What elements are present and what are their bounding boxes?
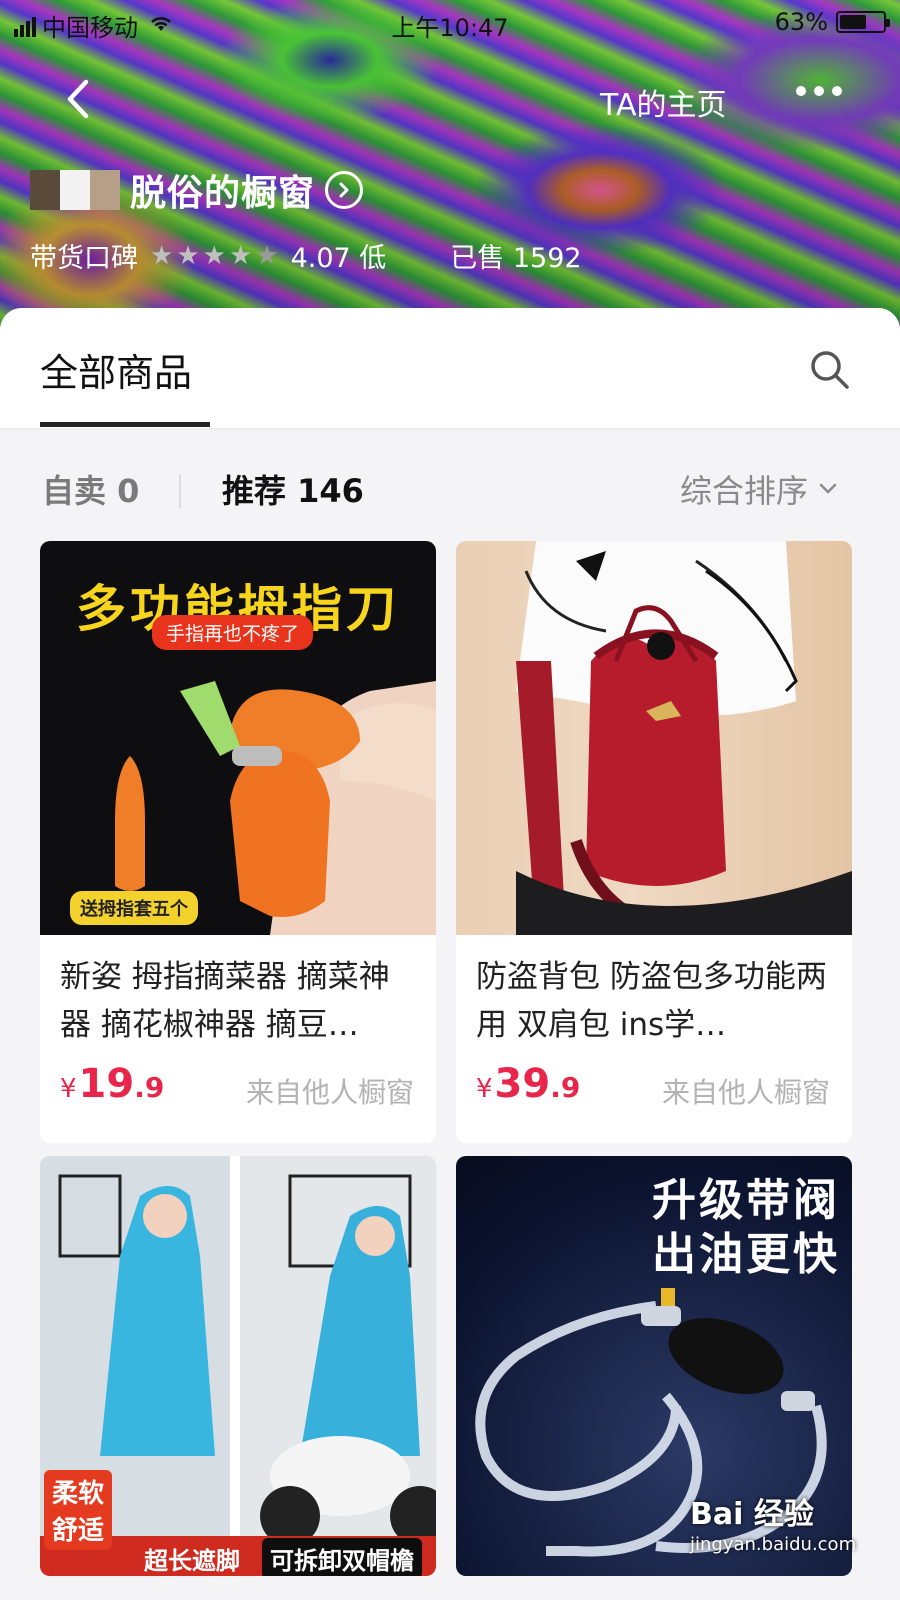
star-icon: ★: [176, 240, 200, 271]
product-price: ¥ 39 .9: [476, 1061, 580, 1107]
tab-bar: 全部商品: [0, 308, 900, 430]
status-bar: 中国移动 上午10:47 63%: [0, 0, 900, 48]
sort-label: 综合排序: [680, 472, 809, 510]
filter-divider: [179, 474, 181, 508]
rating-stars: ★ ★ ★ ★ ★: [150, 241, 279, 271]
product-image: 柔软 舒适 超长遮脚 可拆卸双帽檐: [40, 1156, 436, 1576]
product-card-thumb-knife[interactable]: 多功能拇指刀 手指再也不疼了 送拇指套五个 新姿 拇指摘菜器 摘菜神器 摘花椒神…: [40, 541, 436, 1143]
price-currency: ¥: [476, 1074, 493, 1104]
price-currency: ¥: [60, 1074, 77, 1104]
battery-fill: [840, 15, 866, 29]
battery-percent: 63%: [774, 8, 828, 36]
status-right: 63%: [774, 8, 890, 36]
image-tag: 可拆卸双帽檐: [262, 1538, 422, 1576]
clock: 上午10:47: [391, 14, 509, 42]
product-card-raincoat[interactable]: 柔软 舒适 超长遮脚 可拆卸双帽檐: [40, 1156, 436, 1576]
thumb-knife-illustration: [115, 681, 436, 935]
image-foot-badge: 送拇指套五个: [70, 891, 198, 925]
price-decimal: .9: [134, 1071, 165, 1104]
chevron-down-icon: [819, 483, 837, 494]
product-title: 防盗背包 防盗包多功能两用 双肩包 ins学…: [476, 959, 827, 1043]
price-integer: 19: [78, 1061, 135, 1107]
shop-avatar-blur: [30, 170, 120, 210]
filter-recommended[interactable]: 推荐 146: [222, 466, 364, 512]
rating-label: 带货口碑: [30, 243, 138, 274]
price-decimal: .9: [550, 1071, 581, 1104]
price-integer: 39: [494, 1061, 551, 1107]
sort-dropdown[interactable]: 综合排序: [680, 466, 838, 512]
watermark-url: jingyan.baidu.com: [690, 1534, 857, 1555]
tab-all-products[interactable]: 全部商品: [40, 342, 192, 397]
product-body: 新姿 拇指摘菜器 摘菜神器 摘花椒神器 摘豆… ¥ 19 .9 来自他人橱窗: [40, 935, 436, 1143]
product-price: ¥ 19 .9: [60, 1061, 164, 1107]
image-tag-line: 柔软: [52, 1479, 105, 1509]
product-image: 多功能拇指刀 手指再也不疼了 送拇指套五个: [40, 541, 436, 935]
filter-bar: 自卖 0 推荐 146 综合排序: [0, 430, 900, 540]
image-tag: 柔软 舒适: [44, 1470, 113, 1550]
product-source: 来自他人橱窗: [661, 1076, 830, 1109]
star-icon: ★: [255, 240, 279, 271]
star-icon: ★: [202, 240, 226, 271]
back-arrow-icon: [67, 79, 89, 119]
filter-self-sell[interactable]: 自卖 0: [42, 466, 139, 512]
tab-underline: [40, 422, 210, 427]
product-card-backpack[interactable]: 防盗背包 防盗包多功能两用 双肩包 ins学… ¥ 39 .9 来自他人橱窗: [456, 541, 852, 1143]
shop-name: 脱俗的橱窗: [130, 173, 316, 214]
baidu-watermark: Bai 经验 jingyan.baidu.com: [690, 1500, 856, 1560]
ta-home-link[interactable]: TA的主页: [600, 80, 727, 124]
image-tag: 超长遮脚: [144, 1547, 240, 1575]
nav-row: TA的主页: [0, 60, 900, 140]
rating-row: 带货口碑 ★ ★ ★ ★ ★ 4.07 低 已售 1592: [30, 236, 582, 275]
product-image: [456, 541, 852, 935]
more-dots-icon[interactable]: [796, 86, 842, 96]
rating-value: 4.07 低: [290, 243, 387, 274]
circle-arrow-icon[interactable]: [325, 171, 364, 209]
product-title: 新姿 拇指摘菜器 摘菜神器 摘花椒神器 摘豆…: [60, 959, 390, 1043]
watermark-text: Bai 经验: [690, 1497, 814, 1532]
product-body: 防盗背包 防盗包多功能两用 双肩包 ins学… ¥ 39 .9 来自他人橱窗: [456, 935, 852, 1143]
backpack-illustration: [516, 541, 852, 935]
shop-name-row[interactable]: 脱俗的橱窗: [30, 160, 364, 220]
products-panel: 全部商品 自卖 0 推荐 146 综合排序 多功能拇指刀 手指再也不疼了 送拇指…: [0, 308, 900, 1600]
search-icon[interactable]: [808, 348, 852, 392]
product-source: 来自他人橱窗: [245, 1076, 414, 1109]
image-tag-line: 舒适: [52, 1516, 105, 1546]
shop-info: 脱俗的橱窗: [30, 160, 364, 220]
sold-count: 已售 1592: [450, 243, 582, 274]
star-icon: ★: [150, 240, 174, 271]
battery-icon: [836, 11, 890, 33]
back-button[interactable]: [56, 74, 106, 124]
star-icon: ★: [228, 240, 253, 271]
